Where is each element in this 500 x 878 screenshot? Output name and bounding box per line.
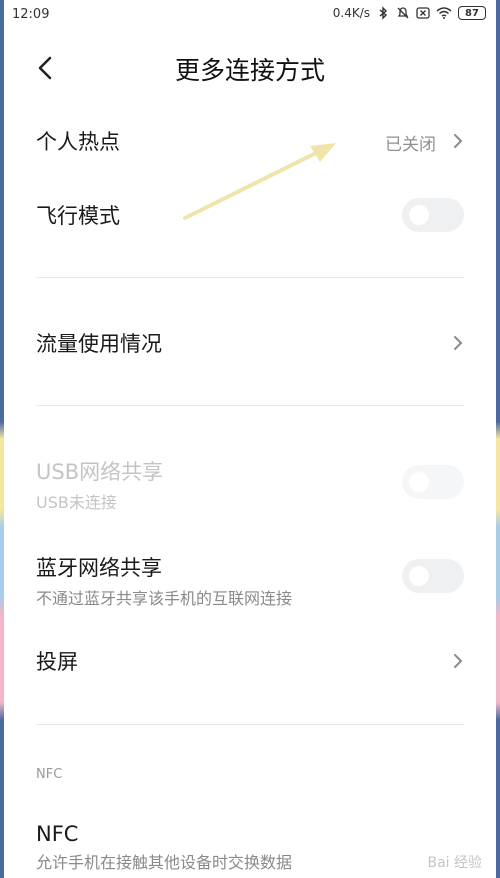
network-speed: 0.4K/s <box>332 6 370 20</box>
usb-tethering-row: USB网络共享 USB未连接 <box>36 456 464 512</box>
airplane-mode-label: 飞行模式 <box>36 204 120 228</box>
divider <box>36 277 464 278</box>
status-time: 12:09 <box>12 7 50 22</box>
cast-screen-row[interactable]: 投屏 <box>36 646 464 676</box>
wifi-icon <box>436 7 452 19</box>
chevron-right-icon <box>454 654 463 668</box>
usb-tethering-toggle <box>402 465 464 499</box>
status-bar: 12:09 0.4K/s 87 <box>0 0 500 32</box>
chevron-right-icon <box>454 134 463 148</box>
page-header: 更多连接方式 <box>0 40 500 96</box>
right-edge-decoration <box>496 0 500 878</box>
airplane-mode-row: 飞行模式 <box>36 198 464 232</box>
divider <box>36 724 464 725</box>
bluetooth-tethering-label: 蓝牙网络共享 <box>36 556 162 580</box>
battery-indicator: 87 <box>458 6 486 20</box>
mute-bell-icon <box>397 7 409 19</box>
usb-tethering-label: USB网络共享 <box>36 460 164 484</box>
bluetooth-icon <box>379 6 388 20</box>
watermark: Bai 经验 <box>427 855 482 871</box>
chevron-right-icon <box>454 336 463 350</box>
nfc-section-header: NFC <box>36 767 63 782</box>
cast-screen-label: 投屏 <box>36 650 78 674</box>
usb-tethering-sub: USB未连接 <box>36 493 117 512</box>
data-usage-row[interactable]: 流量使用情况 <box>36 328 464 358</box>
data-usage-label: 流量使用情况 <box>36 332 162 356</box>
page-title: 更多连接方式 <box>174 56 325 85</box>
status-icons: 0.4K/s 87 <box>333 6 486 20</box>
sim-x-icon <box>416 7 430 19</box>
nfc-label: NFC <box>36 822 79 846</box>
nfc-row: NFC 允许手机在接触其他设备时交换数据 <box>36 822 464 876</box>
divider <box>36 405 464 406</box>
hotspot-status: 已关闭 <box>385 135 436 155</box>
bluetooth-tethering-row: 蓝牙网络共享 不通过蓝牙共享该手机的互联网连接 <box>36 552 464 608</box>
nfc-sub: 允许手机在接触其他设备时交换数据 <box>36 853 293 872</box>
left-edge-decoration <box>0 0 4 878</box>
airplane-mode-toggle[interactable] <box>402 198 464 232</box>
hotspot-label: 个人热点 <box>36 130 120 154</box>
bluetooth-tethering-sub: 不通过蓝牙共享该手机的互联网连接 <box>36 589 293 608</box>
bluetooth-tethering-toggle[interactable] <box>402 559 464 593</box>
hotspot-row[interactable]: 个人热点 已关闭 <box>36 126 464 156</box>
